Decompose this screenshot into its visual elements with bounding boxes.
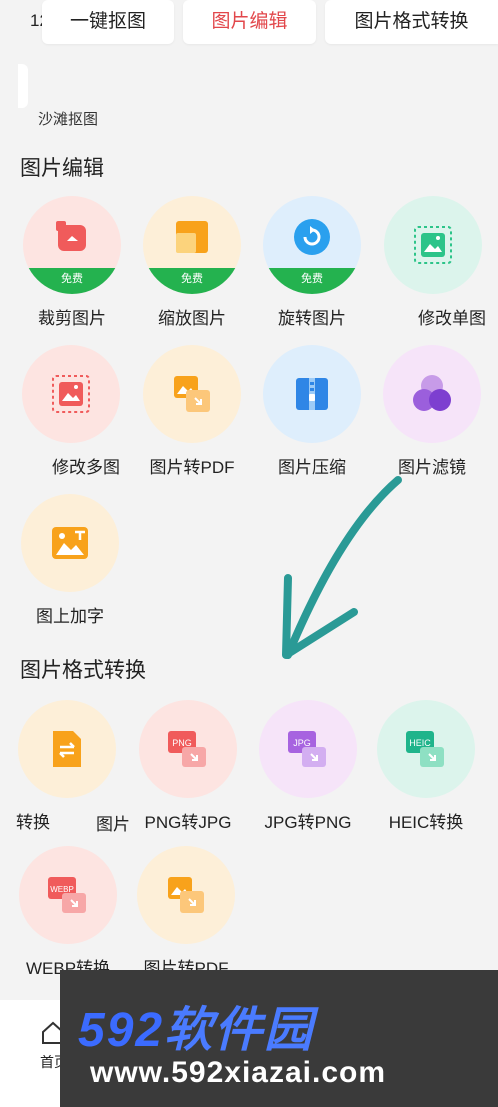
resize-icon xyxy=(176,221,208,254)
arrow-annotation xyxy=(282,476,402,659)
tab-label: 一键抠图 xyxy=(69,11,146,32)
free-badge: 免费 xyxy=(143,268,241,294)
free-badge: 免费 xyxy=(263,268,361,294)
tile-heic-convert[interactable]: HEIC HEIC转换 xyxy=(366,700,486,833)
free-badge: 免费 xyxy=(23,268,121,294)
tile-circle: WEBP xyxy=(19,846,117,944)
tab-edge xyxy=(18,64,28,108)
filter-icon xyxy=(413,375,451,411)
tile-jpg-to-png[interactable]: JPG JPG转PNG xyxy=(248,700,368,833)
tile-compress[interactable]: 图片压缩 xyxy=(252,345,372,478)
tile-image[interactable]: 图片 xyxy=(70,810,130,835)
compress-icon xyxy=(296,378,328,410)
watermark: 592软件园 www.592xiazai.com xyxy=(60,970,498,1107)
tile-circle xyxy=(21,494,119,592)
crop-section-label: 沙滩抠图 xyxy=(38,111,99,128)
tile-label: JPG转PNG xyxy=(264,813,352,832)
tile-circle xyxy=(383,345,481,443)
convert-icon xyxy=(53,731,81,767)
tile-resize[interactable]: 免费 缩放图片 xyxy=(132,196,252,329)
tile-label: PNG转JPG xyxy=(144,813,232,832)
tile-circle xyxy=(384,196,482,294)
tile-label: 修改多图 xyxy=(52,458,120,477)
tile-label: 缩放图片 xyxy=(158,309,226,328)
tile-label: 裁剪图片 xyxy=(38,309,106,328)
tile-circle xyxy=(143,345,241,443)
tile-filter[interactable]: 图片滤镜 xyxy=(372,345,492,478)
format-badge: WEBP xyxy=(50,885,74,894)
tile-circle: 免费 xyxy=(23,196,121,294)
tile-circle: 免费 xyxy=(263,196,361,294)
tile-circle: 免费 xyxy=(143,196,241,294)
tile-edit-multi[interactable]: 修改多图 xyxy=(12,345,120,478)
tile-edit-single[interactable]: 修改单图 xyxy=(372,196,498,329)
edit-section-title: 图片编辑 xyxy=(20,157,104,180)
image-to-pdf-icon xyxy=(174,376,210,412)
jpg-to-png-icon: JPG xyxy=(288,731,326,767)
format-badge: JPG xyxy=(293,738,311,748)
tile-circle: JPG xyxy=(259,700,357,798)
tile-label: HEIC转换 xyxy=(388,813,464,832)
tab-image-edit[interactable]: 图片编辑 xyxy=(183,0,316,44)
tile-label: 修改单图 xyxy=(418,309,486,328)
add-text-icon xyxy=(52,527,88,559)
tile-circle xyxy=(18,700,116,798)
tile-image-to-pdf-2[interactable]: 图片转PDF xyxy=(126,846,246,979)
crop-icon xyxy=(56,221,86,252)
tile-add-text[interactable]: 图上加字 xyxy=(10,494,130,627)
tab-label: 图片格式转换 xyxy=(354,11,469,32)
tile-crop[interactable]: 免费 裁剪图片 xyxy=(12,196,132,329)
tile-image-to-pdf[interactable]: 图片转PDF xyxy=(132,345,252,478)
tile-circle xyxy=(263,345,361,443)
tile-label: 图片 xyxy=(96,815,130,834)
tile-circle: PNG xyxy=(139,700,237,798)
format-badge: PNG xyxy=(172,738,192,748)
edit-single-icon xyxy=(414,226,452,264)
edit-multi-icon xyxy=(52,375,90,413)
tab-one-click-cutout[interactable]: 一键抠图 xyxy=(42,0,174,44)
heic-convert-icon: HEIC xyxy=(406,731,444,767)
tab-format-convert[interactable]: 图片格式转换 xyxy=(325,0,498,44)
format-badge: HEIC xyxy=(409,738,431,748)
tile-circle xyxy=(22,345,120,443)
tile-label: 图片转PDF xyxy=(149,458,235,477)
tab-label: 图片编辑 xyxy=(211,11,288,32)
tile-rotate[interactable]: 免费 旋转图片 xyxy=(252,196,372,329)
rotate-icon xyxy=(294,219,330,256)
png-to-jpg-icon: PNG xyxy=(168,731,206,767)
image-to-pdf-icon xyxy=(168,877,204,913)
tile-circle: HEIC xyxy=(377,700,475,798)
tile-webp-convert[interactable]: WEBP WEBP转换 xyxy=(8,846,128,979)
tile-label: 旋转图片 xyxy=(278,309,346,328)
format-section-title: 图片格式转换 xyxy=(20,659,146,682)
webp-convert-icon: WEBP xyxy=(48,877,86,913)
tile-png-to-jpg[interactable]: PNG PNG转JPG xyxy=(128,700,248,833)
tile-circle xyxy=(137,846,235,944)
tile-label: 图上加字 xyxy=(36,607,104,626)
watermark-url: www.592xiazai.com xyxy=(90,1056,387,1089)
watermark-title: 592软件园 xyxy=(78,1004,315,1057)
